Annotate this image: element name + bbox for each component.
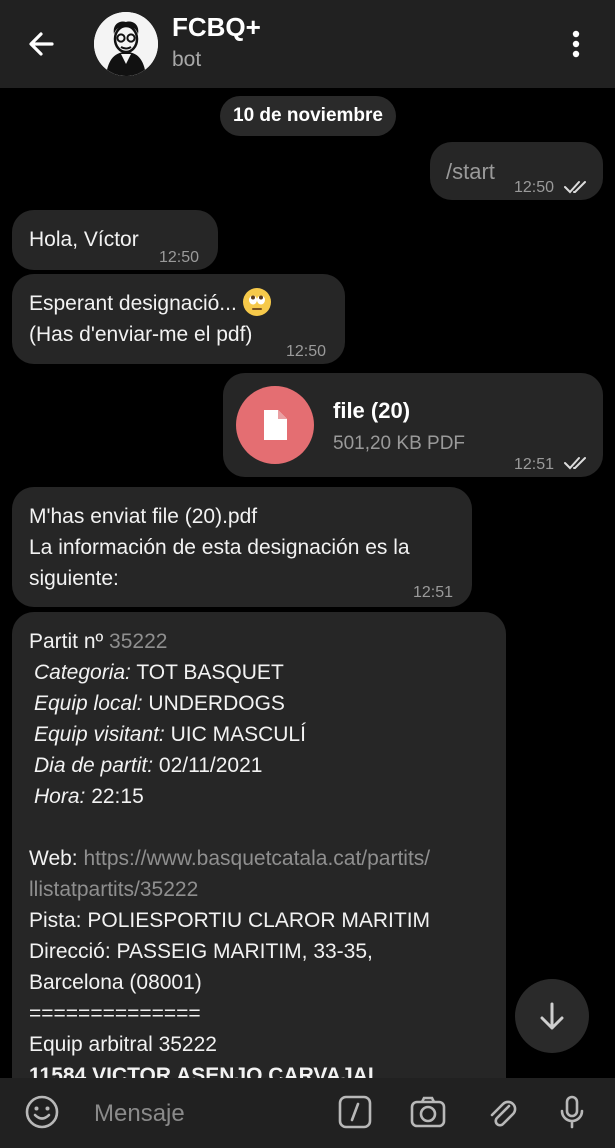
message-input[interactable]: Mensaje	[94, 1100, 185, 1128]
outgoing-file-message[interactable]: file (20) 501,20 KB PDF 12:51	[223, 373, 603, 477]
local-value: UNDERDOGS	[142, 692, 285, 715]
outgoing-message[interactable]: /start 12:50	[430, 142, 603, 200]
message-time: 12:51	[514, 456, 555, 473]
hora-label: Hora:	[34, 785, 86, 808]
visitant-value: UIC MASCULÍ	[164, 723, 306, 746]
hora-value: 22:15	[85, 785, 144, 808]
dia-value: 02/11/2021	[153, 754, 263, 777]
message-time: 12:50	[286, 343, 327, 360]
message-text: La información de esta designación es la	[29, 536, 410, 559]
dia-label: Dia de partit:	[34, 754, 154, 777]
more-vert-icon[interactable]	[560, 24, 592, 64]
message-text: Esperant designació...	[29, 292, 237, 315]
message-text: (Has d'enviar-me el pdf)	[29, 323, 253, 346]
message-time: 12:51	[413, 584, 454, 601]
chat-subtitle: bot	[172, 48, 202, 71]
categoria-value: TOT BASQUET	[130, 661, 284, 684]
direccio-line: Direcció: PASSEIG MARITIM, 33-35,	[29, 940, 373, 963]
attach-icon[interactable]	[482, 1092, 522, 1132]
partit-label: Partit nº	[29, 630, 110, 653]
pista-line: Pista: POLIESPORTIU CLAROR MARITIM	[29, 909, 431, 932]
web-link-continued[interactable]: llistatpartits/35222	[29, 874, 198, 905]
incoming-message[interactable]: Partit nº 35222 Categoria: TOT BASQUET E…	[12, 612, 506, 1092]
equip-arbitral-line: Equip arbitral 35222	[29, 1033, 217, 1056]
message-text: Hola, Víctor	[29, 228, 139, 251]
incoming-message[interactable]: Hola, Víctor 12:50	[12, 210, 218, 270]
message-text: /start	[446, 159, 495, 184]
emoji-icon[interactable]	[22, 1092, 62, 1132]
double-check-icon	[564, 449, 590, 470]
microphone-icon[interactable]	[552, 1092, 592, 1132]
bot-avatar[interactable]	[94, 12, 158, 76]
incoming-message[interactable]: M'has enviat file (20).pdf La informació…	[12, 487, 472, 607]
web-link[interactable]: https://www.basquetcatala.cat/partits/	[83, 847, 430, 870]
visitant-label: Equip visitant:	[34, 723, 165, 746]
date-chip: 10 de noviembre	[220, 96, 396, 136]
categoria-label: Categoria:	[34, 661, 131, 684]
direccio-line-2: Barcelona (08001)	[29, 971, 202, 994]
document-icon[interactable]	[236, 386, 314, 464]
message-time: 12:50	[514, 179, 555, 196]
web-label: Web:	[29, 847, 84, 870]
partit-number: 35222	[109, 630, 168, 653]
file-name: file (20)	[333, 398, 411, 423]
separator-line: ==============	[29, 1002, 201, 1025]
camera-icon[interactable]	[408, 1092, 448, 1132]
chat-header: FCBQ+ bot	[0, 0, 615, 88]
local-label: Equip local:	[34, 692, 143, 715]
message-time: 12:50	[159, 249, 200, 266]
message-text: M'has enviat file (20).pdf	[29, 505, 258, 528]
incoming-message[interactable]: Esperant designació... (Has d'enviar-me …	[12, 274, 345, 364]
eye-roll-emoji-icon	[242, 288, 271, 316]
double-check-icon	[564, 172, 590, 194]
scroll-down-button[interactable]	[515, 979, 589, 1053]
bot-command-icon[interactable]	[335, 1092, 375, 1132]
message-text: siguiente:	[29, 567, 119, 590]
arrow-down-icon	[540, 1002, 564, 1030]
back-arrow-icon[interactable]	[22, 24, 62, 64]
message-composer: Mensaje	[0, 1078, 615, 1148]
chat-title[interactable]: FCBQ+	[172, 12, 261, 43]
file-size: 501,20 KB PDF	[333, 433, 466, 454]
